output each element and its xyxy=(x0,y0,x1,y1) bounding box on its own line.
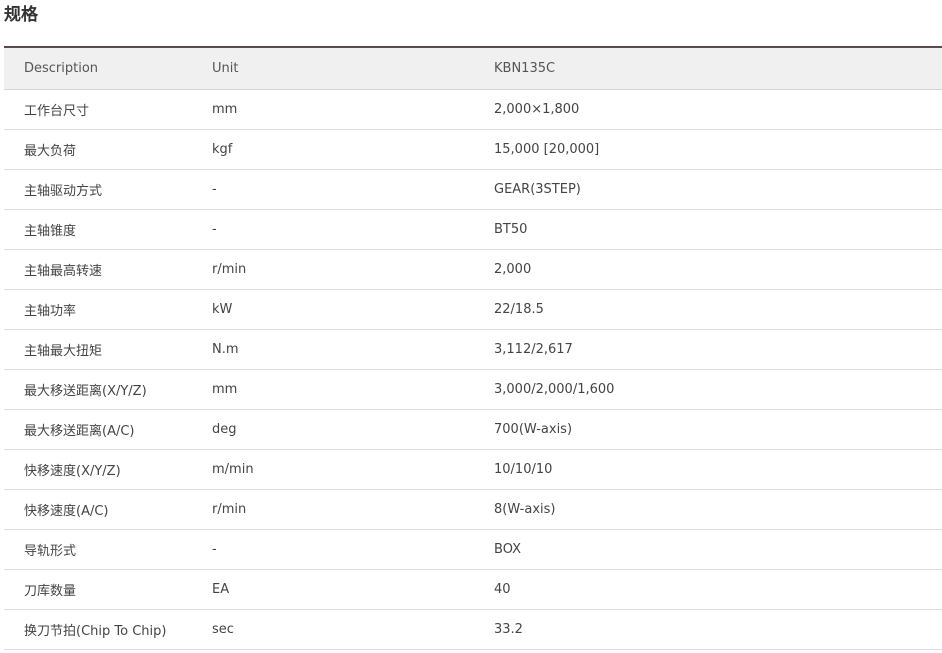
spec-value: GEAR(3STEP) xyxy=(494,182,581,197)
table-row: 最大移送距离(X/Y/Z) mm 3,000/2,000/1,600 xyxy=(4,370,942,410)
table-row: 主轴功率 kW 22/18.5 xyxy=(4,290,942,330)
spec-table: Description Unit KBN135C 工作台尺寸 mm 2,000×… xyxy=(4,46,942,650)
spec-value: 2,000 xyxy=(494,262,532,277)
header-unit: Unit xyxy=(212,61,239,76)
spec-unit: - xyxy=(212,182,217,197)
spec-description: 刀库数量 xyxy=(24,584,77,599)
table-row: 最大负荷 kgf 15,000 [20,000] xyxy=(4,130,942,170)
spec-unit: sec xyxy=(212,622,234,637)
spec-unit: kgf xyxy=(212,142,233,157)
spec-description: 最大移送距离(X/Y/Z) xyxy=(24,384,147,399)
spec-description: 导轨形式 xyxy=(24,544,77,559)
spec-value: 22/18.5 xyxy=(494,302,544,317)
table-row: 主轴最大扭矩 N.m 3,112/2,617 xyxy=(4,330,942,370)
spec-description: 主轴驱动方式 xyxy=(24,184,103,199)
header-description: Description xyxy=(24,61,99,76)
table-row: 刀库数量 EA 40 xyxy=(4,570,942,610)
spec-unit: r/min xyxy=(212,262,247,277)
spec-description: 主轴锥度 xyxy=(24,224,77,239)
spec-description: 换刀节拍(Chip To Chip) xyxy=(24,624,167,639)
spec-value: BT50 xyxy=(494,222,528,237)
table-row: 快移速度(X/Y/Z) m/min 10/10/10 xyxy=(4,450,942,490)
table-row: 换刀节拍(Chip To Chip) sec 33.2 xyxy=(4,610,942,650)
spec-value: 3,112/2,617 xyxy=(494,342,573,357)
header-model: KBN135C xyxy=(494,61,556,76)
spec-description: 快移速度(X/Y/Z) xyxy=(24,464,121,479)
spec-value: 2,000×1,800 xyxy=(494,102,580,117)
spec-unit: - xyxy=(212,222,217,237)
spec-description: 最大移送距离(A/C) xyxy=(24,424,135,439)
spec-table-body: 工作台尺寸 mm 2,000×1,800 最大负荷 kgf 15,000 [20… xyxy=(4,90,942,650)
spec-unit: N.m xyxy=(212,342,239,357)
spec-description: 工作台尺寸 xyxy=(24,104,90,119)
spec-unit: deg xyxy=(212,422,237,437)
spec-value: 8(W-axis) xyxy=(494,502,556,517)
table-row: 主轴锥度 - BT50 xyxy=(4,210,942,250)
spec-description: 最大负荷 xyxy=(24,144,77,159)
spec-table-header: Description Unit KBN135C xyxy=(4,47,942,90)
table-row: 导轨形式 - BOX xyxy=(4,530,942,570)
table-row: 快移速度(A/C) r/min 8(W-axis) xyxy=(4,490,942,530)
spec-value: 10/10/10 xyxy=(494,462,553,477)
spec-unit: m/min xyxy=(212,462,254,477)
table-row: 主轴驱动方式 - GEAR(3STEP) xyxy=(4,170,942,210)
spec-description: 主轴最高转速 xyxy=(24,264,103,279)
spec-value: 40 xyxy=(494,582,511,597)
spec-value: 3,000/2,000/1,600 xyxy=(494,382,615,397)
spec-description: 快移速度(A/C) xyxy=(24,504,109,519)
spec-description: 主轴最大扭矩 xyxy=(24,344,103,359)
header-row: Description Unit KBN135C xyxy=(4,47,942,90)
spec-unit: - xyxy=(212,542,217,557)
table-row: 主轴最高转速 r/min 2,000 xyxy=(4,250,942,290)
spec-unit: r/min xyxy=(212,502,247,517)
spec-unit: mm xyxy=(212,102,238,117)
table-row: 工作台尺寸 mm 2,000×1,800 xyxy=(4,90,942,130)
table-row: 最大移送距离(A/C) deg 700(W-axis) xyxy=(4,410,942,450)
spec-value: 33.2 xyxy=(494,622,523,637)
section-title: 规格 xyxy=(4,5,38,25)
spec-value: 15,000 [20,000] xyxy=(494,142,600,157)
spec-value: 700(W-axis) xyxy=(494,422,573,437)
spec-value: BOX xyxy=(494,542,521,557)
spec-description: 主轴功率 xyxy=(24,304,77,319)
spec-unit: kW xyxy=(212,302,233,317)
spec-unit: mm xyxy=(212,382,238,397)
spec-unit: EA xyxy=(212,582,230,597)
